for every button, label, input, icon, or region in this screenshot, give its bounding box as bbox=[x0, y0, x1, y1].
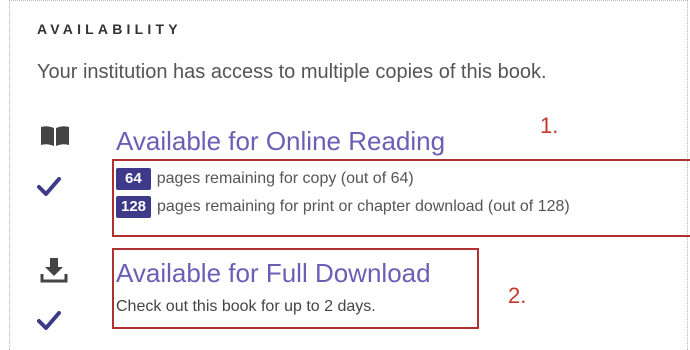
check-icon bbox=[37, 177, 61, 196]
online-reading-link[interactable]: Available for Online Reading bbox=[116, 126, 445, 157]
download-icon bbox=[40, 258, 68, 283]
availability-intro: Your institution has access to multiple … bbox=[37, 61, 547, 83]
highlight-box-online-reading bbox=[112, 159, 690, 237]
annotation-label-1: 1. bbox=[540, 113, 559, 138]
section-heading: AVAILABILITY bbox=[37, 21, 182, 37]
highlight-box-full-download bbox=[112, 248, 479, 329]
book-icon bbox=[41, 126, 69, 146]
annotation-label-2: 2. bbox=[508, 283, 527, 308]
check-icon bbox=[37, 311, 61, 330]
